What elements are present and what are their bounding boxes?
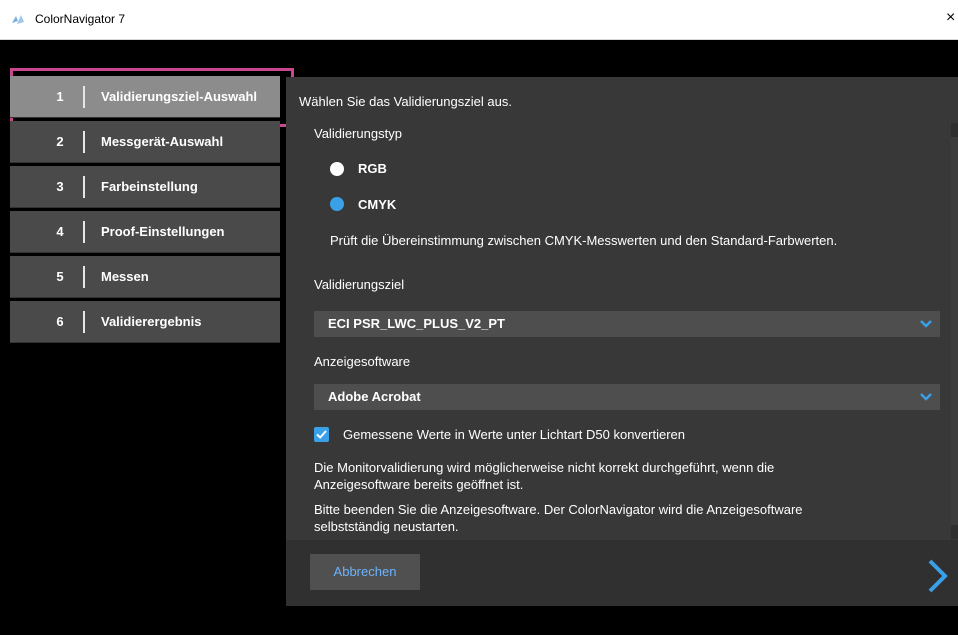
chevron-down-icon [920,320,932,328]
page-heading: Wählen Sie das Validierungsziel aus. [299,94,512,109]
scrollbar-thumb[interactable] [951,137,958,525]
cancel-button[interactable]: Abbrechen [310,554,420,590]
step-number: 5 [56,269,64,284]
d50-convert-checkbox[interactable] [314,427,329,442]
cmyk-description: Prüft die Übereinstimmung zwischen CMYK-… [330,233,838,248]
step-validation-target[interactable]: 1 Validierungsziel-Auswahl [10,76,280,118]
cmyk-radio-label[interactable]: CMYK [358,197,396,212]
step-number: 2 [56,134,64,149]
step-label: Proof-Einstellungen [101,224,225,239]
d50-convert-label[interactable]: Gemessene Werte in Werte unter Lichtart … [343,427,685,442]
step-divider [83,176,85,198]
step-divider [83,221,85,243]
validation-type-label: Validierungstyp [314,126,402,141]
display-software-label: Anzeigesoftware [314,354,411,369]
next-arrow-icon[interactable] [925,557,951,595]
step-divider [83,131,85,153]
rgb-radio-label[interactable]: RGB [358,161,387,176]
info-line: Anzeigesoftware bereits geöffnet ist. [314,477,524,492]
colornavigator-app-icon [12,15,24,24]
checkmark-icon [316,430,327,439]
step-label: Farbeinstellung [101,179,198,194]
step-label: Validierergebnis [101,314,202,329]
window-title: ColorNavigator 7 [35,12,126,26]
step-validation-result[interactable]: 6 Validierergebnis [10,301,280,343]
step-divider [83,86,85,108]
validation-target-dropdown[interactable]: ECI PSR_LWC_PLUS_V2_PT [314,311,940,337]
step-label: Messen [101,269,149,284]
validation-target-value: ECI PSR_LWC_PLUS_V2_PT [328,316,505,331]
content-scrollbar[interactable] [951,123,958,539]
cmyk-radio[interactable] [330,197,344,211]
rgb-radio[interactable] [330,162,344,176]
info-line: selbstständig neustarten. [314,519,459,534]
step-number: 6 [56,314,64,329]
step-proof-settings[interactable]: 4 Proof-Einstellungen [10,211,280,253]
step-divider [83,311,85,333]
info-line: Bitte beenden Sie die Anzeigesoftware. D… [314,502,803,517]
validation-target-label: Validierungsziel [314,277,405,292]
close-icon[interactable]: × [946,9,958,29]
info-line: Die Monitorvalidierung wird möglicherwei… [314,460,775,475]
step-label: Messgerät-Auswahl [101,134,224,149]
step-color-setting[interactable]: 3 Farbeinstellung [10,166,280,208]
display-software-dropdown[interactable]: Adobe Acrobat [314,384,940,410]
step-measure[interactable]: 5 Messen [10,256,280,298]
title-bar: ColorNavigator 7 × [0,0,958,40]
step-label: Validierungsziel-Auswahl [101,89,258,104]
step-number: 4 [56,224,64,239]
display-software-value: Adobe Acrobat [328,389,421,404]
step-divider [83,266,85,288]
step-measurement-device[interactable]: 2 Messgerät-Auswahl [10,121,280,163]
chevron-down-icon [920,393,932,401]
step-number: 3 [56,179,64,194]
step-number: 1 [56,89,64,104]
